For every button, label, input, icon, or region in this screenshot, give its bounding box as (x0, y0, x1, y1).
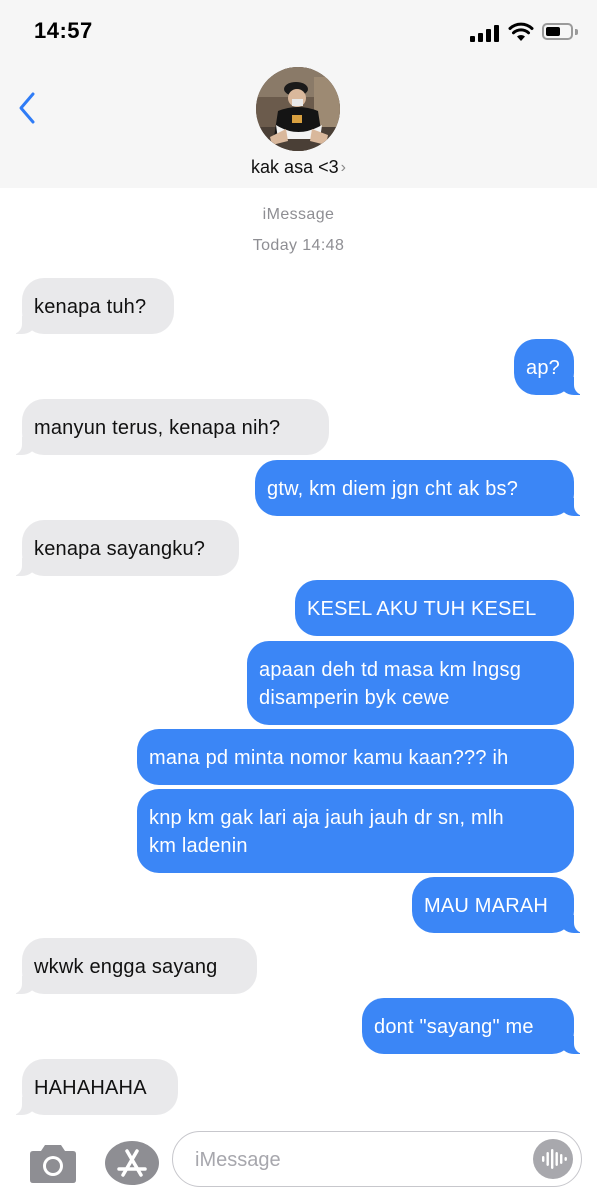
message-bubble-incoming[interactable]: kenapa tuh? (10, 278, 174, 334)
audio-waveform-icon[interactable] (533, 1139, 573, 1179)
message-bubble-incoming[interactable]: manyun terus, kenapa nih? (10, 399, 329, 455)
chevron-right-icon: › (340, 159, 346, 176)
contact-photo (256, 67, 340, 151)
cellular-signal-icon (470, 24, 500, 42)
app-store-icon[interactable] (105, 1141, 159, 1185)
message-text: MAU MARAH (424, 895, 549, 917)
message-text: kenapa sayangku? (34, 538, 206, 560)
message-text: disamperin byk cewe (259, 687, 450, 709)
message-bubble-outgoing[interactable]: ap? (514, 339, 586, 395)
compose-bar (0, 1126, 597, 1200)
message-bubble-outgoing[interactable]: KESEL AKU TUH KESEL (295, 580, 574, 636)
status-bar: 14:57 (0, 0, 597, 58)
message-text: KESEL AKU TUH KESEL (307, 598, 537, 620)
message-bubble-incoming[interactable]: kenapa sayangku? (10, 520, 239, 576)
message-text: apaan deh td masa km lngsg (259, 659, 522, 681)
status-time: 14:57 (34, 18, 93, 43)
wifi-icon (508, 22, 534, 41)
message-bubble-outgoing[interactable]: gtw, km diem jgn cht ak bs? (255, 460, 586, 516)
message-bubble-outgoing[interactable]: dont "sayang" me (362, 998, 586, 1054)
battery-tip (575, 29, 578, 35)
message-bubble-outgoing[interactable]: knp km gak lari aja jauh jauh dr sn, mlh… (137, 789, 574, 873)
message-text: manyun terus, kenapa nih? (34, 417, 281, 439)
message-text: km ladenin (149, 835, 248, 857)
message-bubble-outgoing[interactable]: mana pd minta nomor kamu kaan??? ih (137, 729, 574, 785)
message-bubble-incoming[interactable]: HAHAHAHA (10, 1059, 178, 1115)
message-bubble-outgoing[interactable]: apaan deh td masa km lngsg disamperin by… (247, 641, 574, 725)
message-bubble-outgoing[interactable]: MAU MARAH (412, 877, 586, 933)
message-field[interactable] (172, 1131, 582, 1187)
message-bubble-incoming[interactable]: wkwk engga sayang (10, 938, 257, 994)
conversation-timestamp: Today 14:48 (252, 237, 345, 254)
avatar[interactable] (256, 67, 340, 151)
message-text: gtw, km diem jgn cht ak bs? (267, 478, 519, 500)
message-text: mana pd minta nomor kamu kaan??? ih (149, 747, 509, 769)
chevron-left-icon[interactable] (14, 88, 44, 128)
service-label: iMessage (262, 206, 335, 223)
camera-icon[interactable] (26, 1142, 80, 1186)
battery-icon (542, 23, 573, 40)
message-input[interactable] (193, 1144, 527, 1176)
message-text: knp km gak lari aja jauh jauh dr sn, mlh (149, 807, 504, 829)
contact-name: kak asa <3 (251, 157, 339, 177)
message-text: HAHAHAHA (34, 1077, 147, 1099)
message-text: wkwk engga sayang (34, 956, 218, 978)
message-text: ap? (526, 357, 560, 379)
message-text: kenapa tuh? (34, 296, 147, 318)
message-text: dont "sayang" me (374, 1016, 534, 1038)
contact-name-row[interactable]: kak asa <3 › (0, 157, 597, 178)
conversation-header: kak asa <3 › (0, 58, 597, 188)
